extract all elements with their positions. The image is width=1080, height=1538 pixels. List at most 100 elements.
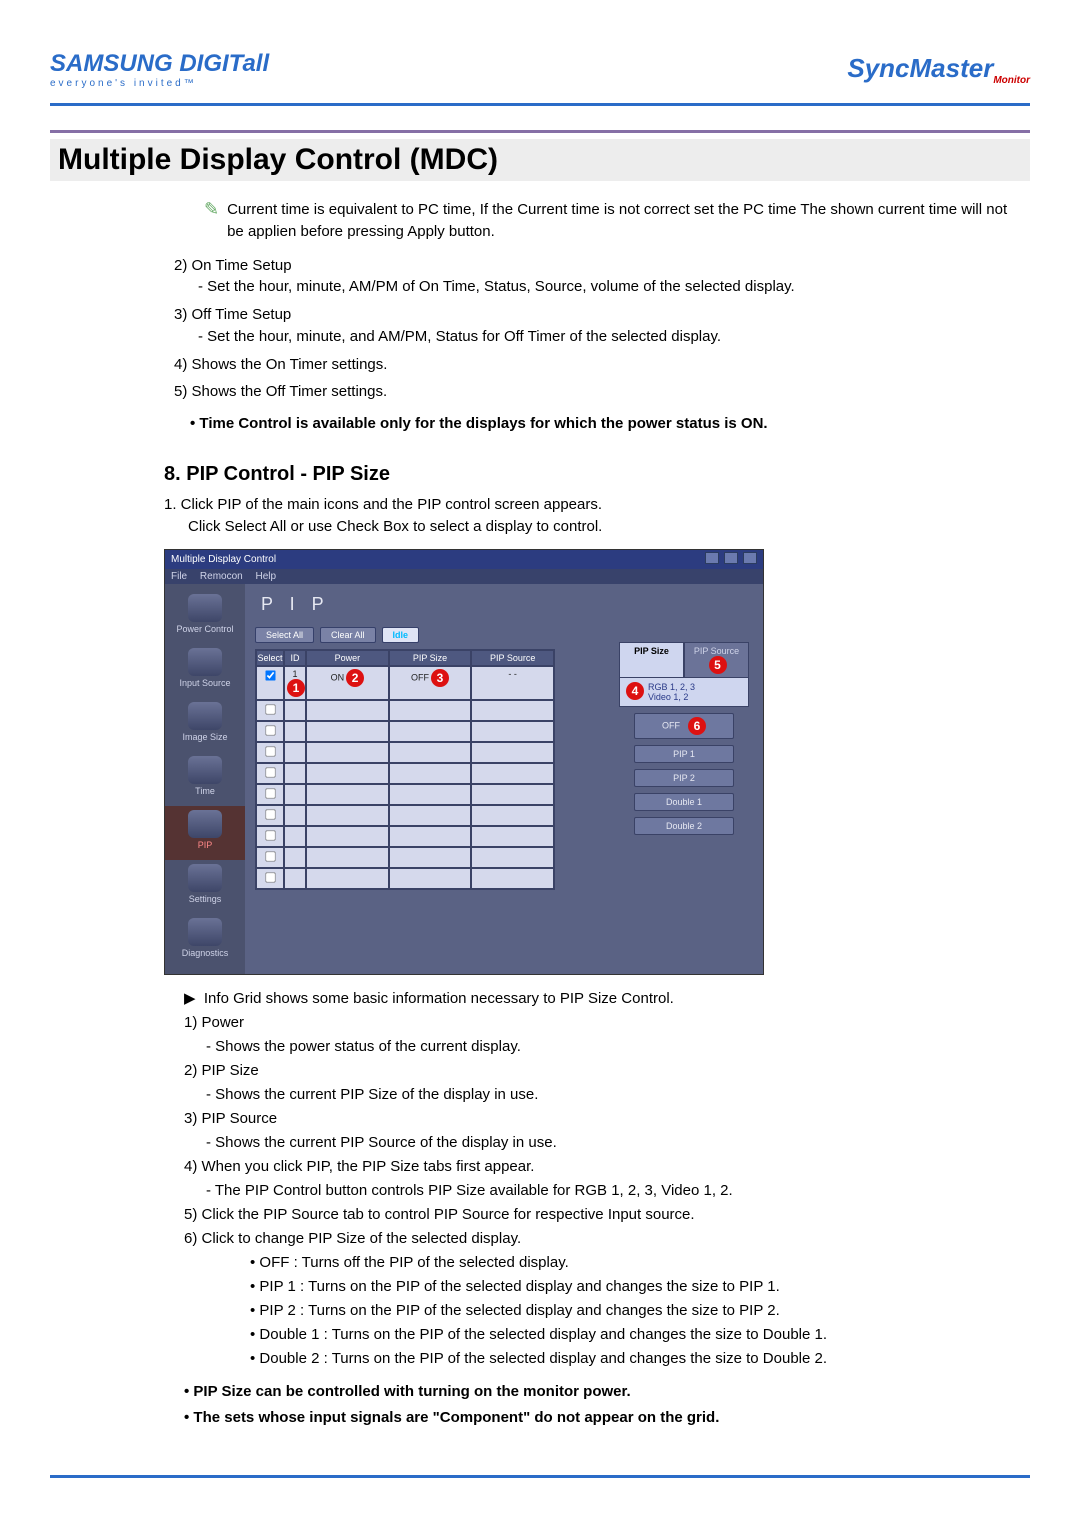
app-main: P I P Select All Clear All Idle Select I… xyxy=(245,584,763,974)
info-list: ▶ Info Grid shows some basic information… xyxy=(184,987,1016,1371)
menu-remocon[interactable]: Remocon xyxy=(200,571,243,582)
row-id: 11 xyxy=(284,666,306,700)
list-item: 4) Shows the On Timer settings. xyxy=(174,354,1016,376)
table-row[interactable] xyxy=(256,847,554,868)
bold-note: Time Control is available only for the d… xyxy=(190,413,1016,435)
table-row[interactable] xyxy=(256,826,554,847)
clock-icon xyxy=(188,756,222,784)
double2-button[interactable]: Double 2 xyxy=(634,817,734,835)
table-row[interactable] xyxy=(256,763,554,784)
page-title: Multiple Display Control (MDC) xyxy=(50,139,1030,181)
list-item: 1) Power xyxy=(184,1011,1016,1035)
time-setup-list: 2) On Time Setup - Set the hour, minute,… xyxy=(174,255,1016,404)
sidebar-item-power[interactable]: Power Control xyxy=(165,590,245,644)
item-sub: - The PIP Control button controls PIP Si… xyxy=(184,1179,1016,1203)
row-checkbox[interactable] xyxy=(256,666,284,700)
sidebar-item-settings[interactable]: Settings xyxy=(165,860,245,914)
col-id: ID xyxy=(284,650,306,666)
col-power: Power xyxy=(306,650,389,666)
sidebar-item-input[interactable]: Input Source xyxy=(165,644,245,698)
current-time-note-text: Current time is equivalent to PC time, I… xyxy=(227,199,1016,243)
input-icon xyxy=(188,648,222,676)
intro-line: Click Select All or use Check Box to sel… xyxy=(164,516,1016,538)
list-item: 3) PIP Source xyxy=(184,1107,1016,1131)
item-sub: - Shows the power status of the current … xyxy=(184,1035,1016,1059)
app-sidebar: Power Control Input Source Image Size Ti… xyxy=(165,584,245,974)
item-subsub: • PIP 2 : Turns on the PIP of the select… xyxy=(184,1299,1016,1323)
brand-tagline: everyone's invited™ xyxy=(50,78,269,89)
section-intro: 1. Click PIP of the main icons and the P… xyxy=(164,494,1016,538)
product-logo: SyncMasterMonitor xyxy=(847,53,1030,86)
diagnostics-icon xyxy=(188,918,222,946)
table-row[interactable] xyxy=(256,805,554,826)
row-power: ON2 xyxy=(306,666,389,700)
maximize-icon[interactable] xyxy=(724,552,738,564)
pip1-button[interactable]: PIP 1 xyxy=(634,745,734,763)
brand-logo: SAMSUNG DIGITall everyone's invited™ xyxy=(50,50,269,89)
col-select: Select xyxy=(256,650,284,666)
table-row[interactable] xyxy=(256,784,554,805)
pip-size-panel: PIP Size PIP Source5 4RGB 1, 2, 3 Video … xyxy=(619,642,749,841)
image-icon xyxy=(188,702,222,730)
footer-rule xyxy=(50,1475,1030,1478)
pip2-button[interactable]: PIP 2 xyxy=(634,769,734,787)
cursor-icon: ✎ xyxy=(204,199,219,220)
bold-note: The sets whose input signals are "Compon… xyxy=(184,1407,1016,1429)
callout-6: 6 xyxy=(688,717,706,735)
intro-line: 1. Click PIP of the main icons and the P… xyxy=(164,494,1016,516)
list-item: 6) Click to change PIP Size of the selec… xyxy=(184,1227,1016,1251)
item-subsub: • Double 2 : Turns on the PIP of the sel… xyxy=(184,1347,1016,1371)
table-row[interactable] xyxy=(256,742,554,763)
tab-subtitle: 4RGB 1, 2, 3 Video 1, 2 xyxy=(619,678,749,707)
gear-icon xyxy=(188,864,222,892)
item-label: 2) On Time Setup xyxy=(174,257,292,274)
product-sub: Monitor xyxy=(993,75,1030,86)
col-pipsource: PIP Source xyxy=(471,650,554,666)
item-subsub: • PIP 1 : Turns on the PIP of the select… xyxy=(184,1275,1016,1299)
grid-toolbar: Select All Clear All Idle xyxy=(255,627,753,643)
item-sub: - Shows the current PIP Source of the di… xyxy=(184,1131,1016,1155)
tab-pip-source[interactable]: PIP Source5 xyxy=(684,642,749,678)
mdc-app-window: Multiple Display Control File Remocon He… xyxy=(164,549,764,975)
item-subsub: • OFF : Turns off the PIP of the selecte… xyxy=(184,1251,1016,1275)
table-row[interactable] xyxy=(256,700,554,721)
title-bar: Multiple Display Control (MDC) xyxy=(50,130,1030,181)
callout-3: 3 xyxy=(431,669,449,687)
menu-help[interactable]: Help xyxy=(256,571,277,582)
sidebar-item-image[interactable]: Image Size xyxy=(165,698,245,752)
sidebar-item-diagnostics[interactable]: Diagnostics xyxy=(165,914,245,968)
info-lead: ▶ Info Grid shows some basic information… xyxy=(184,987,1016,1011)
menu-file[interactable]: File xyxy=(171,571,187,582)
menu-bar: File Remocon Help xyxy=(165,569,763,584)
window-title: Multiple Display Control xyxy=(171,554,276,565)
end-notes: PIP Size can be controlled with turning … xyxy=(184,1381,1016,1429)
table-row[interactable]: 11 ON2 OFF3 - - xyxy=(256,666,554,700)
clear-all-button[interactable]: Clear All xyxy=(320,627,376,643)
table-row[interactable] xyxy=(256,868,554,889)
sidebar-item-time[interactable]: Time xyxy=(165,752,245,806)
list-item: 2) PIP Size xyxy=(184,1059,1016,1083)
callout-2: 2 xyxy=(346,669,364,687)
callout-1: 1 xyxy=(287,679,305,697)
table-row[interactable] xyxy=(256,721,554,742)
window-buttons xyxy=(703,552,757,567)
double1-button[interactable]: Double 1 xyxy=(634,793,734,811)
callout-4: 4 xyxy=(626,682,644,700)
sidebar-item-pip[interactable]: PIP xyxy=(165,806,245,860)
close-icon[interactable] xyxy=(743,552,757,564)
list-item: 5) Shows the Off Timer settings. xyxy=(174,381,1016,403)
info-grid: Select ID Power PIP Size PIP Source 11 O… xyxy=(255,649,555,890)
select-all-button[interactable]: Select All xyxy=(255,627,314,643)
pip-off-button[interactable]: OFF6 xyxy=(634,713,734,739)
row-pipsize: OFF3 xyxy=(389,666,472,700)
item-sub: - Shows the current PIP Size of the disp… xyxy=(184,1083,1016,1107)
minimize-icon[interactable] xyxy=(705,552,719,564)
power-icon xyxy=(188,594,222,622)
tab-pip-size[interactable]: PIP Size xyxy=(619,642,684,678)
item-sub: - Set the hour, minute, and AM/PM, Statu… xyxy=(174,326,1016,348)
panel-heading: P I P xyxy=(261,594,753,615)
col-pipsize: PIP Size xyxy=(389,650,472,666)
brand-name: SAMSUNG DIGITall xyxy=(50,50,269,78)
row-pipsource: - - xyxy=(471,666,554,700)
bold-note: PIP Size can be controlled with turning … xyxy=(184,1381,1016,1403)
